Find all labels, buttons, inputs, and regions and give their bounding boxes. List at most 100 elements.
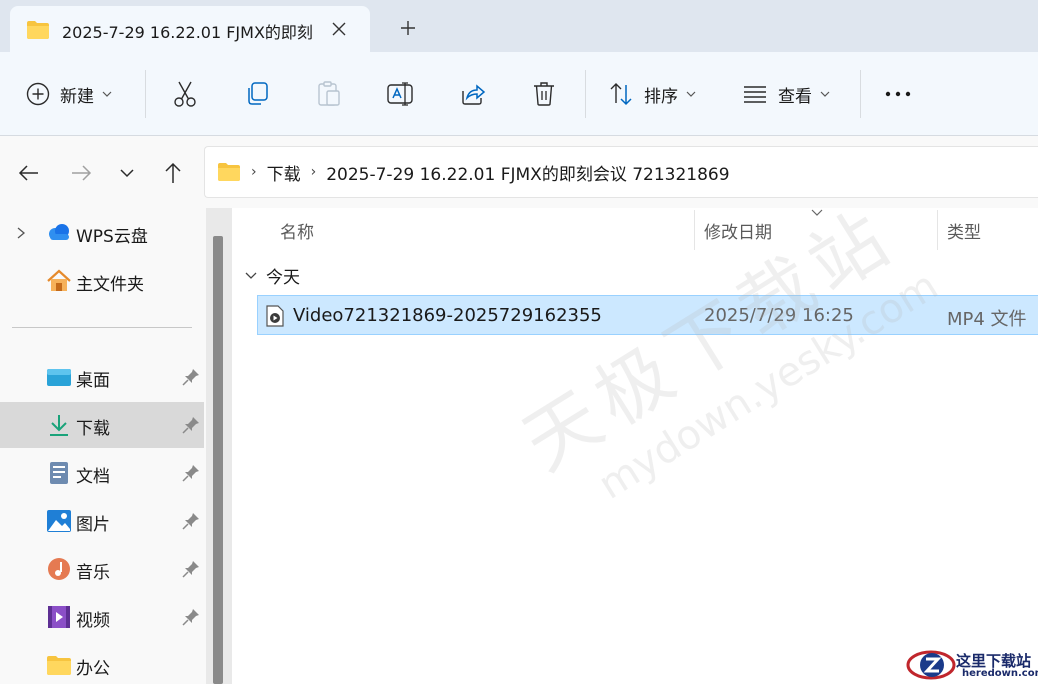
group-header-today[interactable]: 今天: [244, 263, 300, 288]
cut-button[interactable]: [172, 76, 198, 112]
sidebar-scrollbar-thumb[interactable]: [213, 236, 223, 684]
z-logo-icon: [906, 650, 956, 680]
tab-title: 2025-7-29 16.22.01 FJMX的即刻会议 721321869: [62, 23, 312, 42]
close-tab-icon[interactable]: [328, 18, 350, 40]
new-tab-button[interactable]: [394, 14, 422, 42]
sidebar-item-label: 桌面: [76, 371, 110, 391]
sort-button-label: 排序: [644, 86, 678, 107]
sidebar-item-label: WPS云盘: [76, 227, 148, 247]
more-icon: [885, 91, 911, 97]
sidebar-item-office[interactable]: 办公: [0, 642, 204, 684]
breadcrumb-separator-icon[interactable]: ›: [251, 164, 257, 180]
copy-icon: [248, 82, 268, 105]
arrow-up-icon: [165, 162, 181, 183]
chevron-down-icon: [245, 272, 257, 279]
folder-icon: [217, 162, 241, 182]
sidebar-item-label: 办公: [76, 659, 110, 679]
scissors-icon: [174, 81, 196, 107]
command-bar: 新建 排序 查看: [0, 52, 1038, 136]
group-label: 今天: [266, 268, 300, 288]
rename-button[interactable]: [386, 76, 414, 112]
forward-button[interactable]: [66, 158, 96, 188]
column-divider[interactable]: [694, 210, 695, 250]
tab-bar: 2025-7-29 16.22.01 FJMX的即刻会议 721321869: [0, 0, 1038, 52]
pin-icon[interactable]: [182, 368, 200, 386]
column-header-date[interactable]: 修改日期: [704, 218, 772, 243]
plus-icon: [401, 21, 415, 35]
breadcrumb-downloads[interactable]: 下载: [267, 160, 301, 185]
sidebar-item-label: 图片: [76, 515, 110, 535]
chevron-down-icon: [102, 91, 112, 97]
cloud-icon: [46, 221, 72, 245]
share-button[interactable]: [460, 76, 486, 112]
recent-locations-button[interactable]: [112, 158, 142, 188]
column-divider[interactable]: [937, 210, 938, 250]
pin-icon[interactable]: [182, 608, 200, 626]
list-view-icon: [744, 86, 766, 103]
folder-icon: [46, 653, 72, 677]
more-options-button[interactable]: [884, 76, 912, 112]
video-file-icon: [266, 305, 284, 331]
chevron-down-icon: [820, 91, 830, 97]
file-row[interactable]: Video721321869-2025729162355 2025/7/29 1…: [257, 295, 1038, 335]
pictures-icon: [46, 509, 72, 533]
sidebar-item-wps-cloud[interactable]: WPS云盘: [0, 210, 204, 256]
folder-icon: [26, 20, 50, 44]
file-date: 2025/7/29 16:25: [704, 305, 854, 326]
breadcrumb-separator-icon[interactable]: ›: [311, 164, 317, 180]
view-button-label: 查看: [778, 86, 812, 107]
sidebar-item-videos[interactable]: 视频: [0, 594, 204, 640]
sidebar-item-label: 音乐: [76, 563, 110, 583]
download-icon: [46, 413, 72, 437]
arrow-left-icon: [18, 165, 38, 181]
share-icon: [462, 84, 486, 105]
column-header-type[interactable]: 类型: [947, 218, 981, 243]
pin-icon[interactable]: [182, 416, 200, 434]
arrow-right-icon: [72, 165, 92, 181]
chevron-down-icon: [686, 91, 696, 97]
copy-button[interactable]: [244, 76, 270, 112]
music-icon: [46, 557, 72, 581]
sidebar-item-label: 文档: [76, 467, 110, 487]
sidebar-item-label: 视频: [76, 611, 110, 631]
new-button[interactable]: 新建: [26, 76, 112, 112]
sidebar-item-label: 下载: [76, 419, 110, 439]
file-name: Video721321869-2025729162355: [293, 305, 602, 326]
column-header-name[interactable]: 名称: [280, 218, 314, 243]
up-button[interactable]: [158, 158, 188, 188]
sidebar-item-music[interactable]: 音乐: [0, 546, 204, 592]
address-bar[interactable]: › 下载 › 2025-7-29 16.22.01 FJMX的即刻会议 7213…: [204, 146, 1038, 198]
add-circle-icon: [26, 82, 50, 106]
sort-indicator-icon: [811, 209, 823, 216]
pin-icon[interactable]: [182, 560, 200, 578]
logo-url: heredown.com: [962, 668, 1038, 679]
sidebar-item-desktop[interactable]: 桌面: [0, 354, 204, 400]
view-button[interactable]: 查看: [742, 76, 830, 112]
sidebar-divider: [12, 327, 192, 328]
navigation-pane: WPS云盘 主文件夹 桌面 下载 文档 图片 音乐 视频 办公: [0, 208, 206, 684]
delete-button[interactable]: [532, 76, 556, 112]
toolbar-divider: [145, 70, 146, 118]
clipboard-icon: [318, 81, 340, 106]
toolbar-divider: [860, 70, 861, 118]
site-logo: 这里下载站 heredown.com: [904, 646, 1038, 684]
pin-icon[interactable]: [182, 464, 200, 482]
new-button-label: 新建: [60, 86, 94, 107]
pin-icon[interactable]: [182, 512, 200, 530]
video-icon: [46, 605, 72, 629]
sidebar-item-pictures[interactable]: 图片: [0, 498, 204, 544]
active-tab[interactable]: 2025-7-29 16.22.01 FJMX的即刻会议 721321869: [10, 6, 370, 52]
sidebar-item-documents[interactable]: 文档: [0, 450, 204, 496]
file-list: 名称 修改日期 类型 今天 Video721321869-20257291623…: [232, 208, 1038, 684]
paste-button[interactable]: [316, 76, 342, 112]
chevron-right-icon[interactable]: [16, 226, 26, 240]
file-type: MP4 文件: [947, 309, 1027, 330]
sidebar-item-downloads[interactable]: 下载: [0, 402, 204, 448]
sidebar-item-label: 主文件夹: [76, 275, 144, 295]
back-button[interactable]: [14, 158, 44, 188]
sort-button[interactable]: 排序: [608, 76, 696, 112]
document-icon: [46, 461, 72, 485]
sidebar-item-home[interactable]: 主文件夹: [0, 258, 204, 304]
desktop-icon: [46, 365, 72, 389]
breadcrumb-current-folder[interactable]: 2025-7-29 16.22.01 FJMX的即刻会议 721321869: [326, 160, 729, 185]
